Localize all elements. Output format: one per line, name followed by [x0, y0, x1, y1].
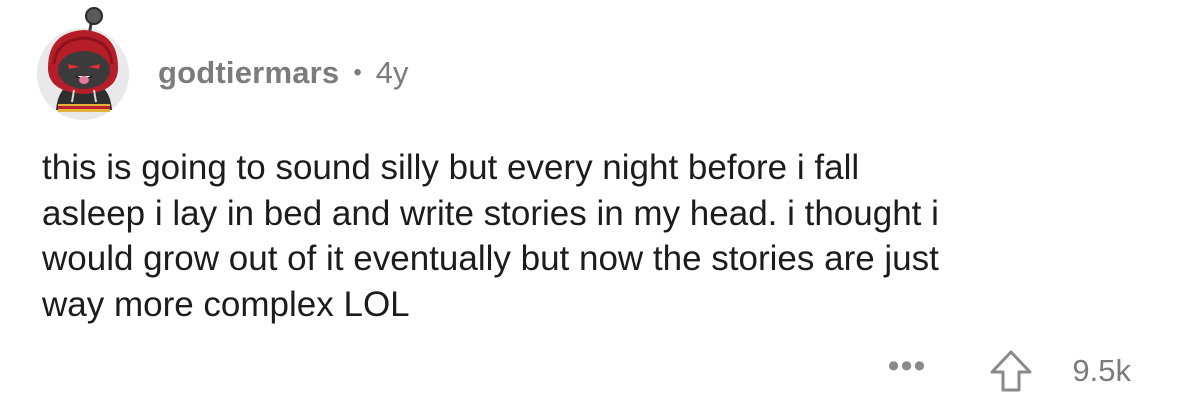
comment-age: 4y — [375, 55, 409, 90]
comment-body: this is going to sound silly but every n… — [42, 148, 939, 324]
comment-card: godtiermars • 4y this is going to sound … — [0, 0, 1179, 411]
upvote-icon[interactable] — [988, 348, 1034, 394]
comment-actions: ••• 9.5k — [888, 346, 1131, 396]
upvote-arrow-icon — [990, 350, 1032, 392]
user-avatar[interactable] — [34, 6, 132, 122]
comment-header: godtiermars • 4y — [34, 6, 409, 122]
snoo-avatar-icon — [37, 7, 129, 120]
vote-score: 9.5k — [1072, 353, 1131, 388]
comment-meta: godtiermars • 4y — [158, 55, 409, 91]
meta-separator: • — [353, 59, 362, 86]
more-options-icon[interactable]: ••• — [888, 349, 927, 383]
username-link[interactable]: godtiermars — [158, 55, 339, 91]
